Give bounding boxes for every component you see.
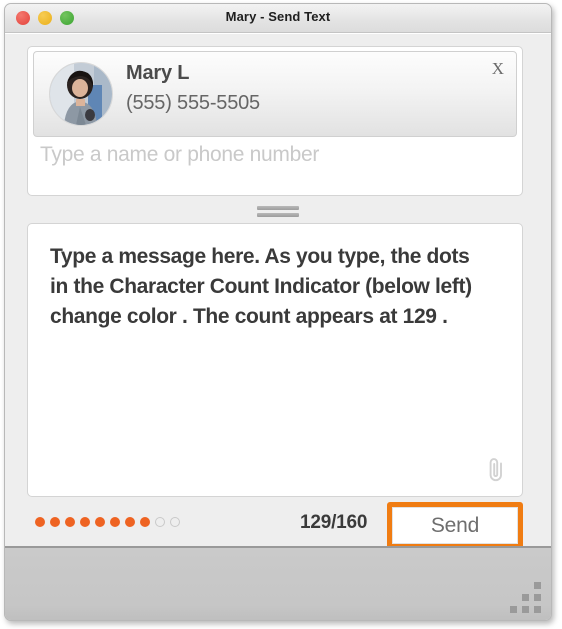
window-title: Mary - Send Text (225, 9, 331, 24)
title-bar: Mary - Send Text (5, 4, 551, 33)
recipient-panel: Mary L (555) 555-5505 X (27, 46, 523, 196)
window-body: Mary L (555) 555-5505 X Type a message h… (5, 33, 551, 549)
message-panel[interactable]: Type a message here. As you type, the do… (27, 223, 523, 497)
remove-contact-icon[interactable]: X (492, 60, 504, 77)
send-button-highlight: Send (387, 502, 523, 549)
paperclip-icon[interactable] (484, 456, 508, 484)
indicator-dot (170, 517, 180, 527)
indicator-dot (65, 517, 75, 527)
contact-chip[interactable]: Mary L (555) 555-5505 X (33, 51, 517, 137)
contact-name: Mary L (126, 62, 190, 84)
contact-phone: (555) 555-5505 (126, 92, 260, 114)
character-count-text: 129/160 (300, 512, 368, 533)
indicator-dot (125, 517, 135, 527)
indicator-dot (50, 517, 60, 527)
message-text[interactable]: Type a message here. As you type, the do… (50, 242, 480, 332)
send-button[interactable]: Send (392, 507, 518, 544)
resize-grip-icon[interactable] (507, 582, 541, 616)
indicator-dot (140, 517, 150, 527)
character-count-indicator (35, 517, 180, 527)
avatar (49, 62, 113, 126)
panel-splitter[interactable] (5, 204, 551, 218)
send-text-window: Mary - Send Text Mary L (555) 555-5505 X… (4, 3, 552, 621)
person-photo-avatar-icon (50, 63, 112, 125)
indicator-dot (110, 517, 120, 527)
indicator-dot (80, 517, 90, 527)
status-bar (5, 546, 551, 620)
indicator-dot (155, 517, 165, 527)
footer-row: 129/160 Send (5, 502, 551, 549)
indicator-dot (95, 517, 105, 527)
indicator-dot (35, 517, 45, 527)
recipient-input[interactable] (40, 143, 510, 167)
drag-handle-icon[interactable] (257, 204, 299, 217)
